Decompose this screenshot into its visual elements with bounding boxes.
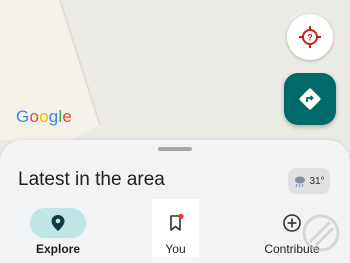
google-logo: Google — [16, 107, 73, 126]
directions-button[interactable] — [284, 73, 336, 125]
sheet-drag-handle[interactable] — [158, 147, 192, 151]
weather-temperature: 31° — [309, 175, 325, 187]
nav-you[interactable]: You — [152, 200, 199, 263]
location-target-icon: ? — [299, 26, 321, 48]
sheet-title: Latest in the area — [18, 169, 165, 190]
nav-you-label: You — [165, 242, 186, 256]
directions-arrow-icon — [299, 88, 321, 110]
explore-pill — [30, 208, 86, 238]
my-location-button[interactable]: ? — [287, 14, 333, 60]
weather-chip[interactable]: 31° — [288, 168, 330, 194]
watermark-logo — [302, 214, 340, 252]
bookmark-icon — [170, 213, 184, 231]
pin-icon — [51, 215, 65, 231]
notification-dot — [178, 213, 184, 220]
nav-explore-label: Explore — [35, 242, 80, 256]
add-circle-icon — [283, 214, 301, 232]
cloud-rain-icon — [295, 176, 306, 188]
svg-text:?: ? — [307, 33, 313, 43]
you-pill — [148, 208, 204, 238]
nav-explore[interactable]: Explore — [30, 200, 86, 263]
